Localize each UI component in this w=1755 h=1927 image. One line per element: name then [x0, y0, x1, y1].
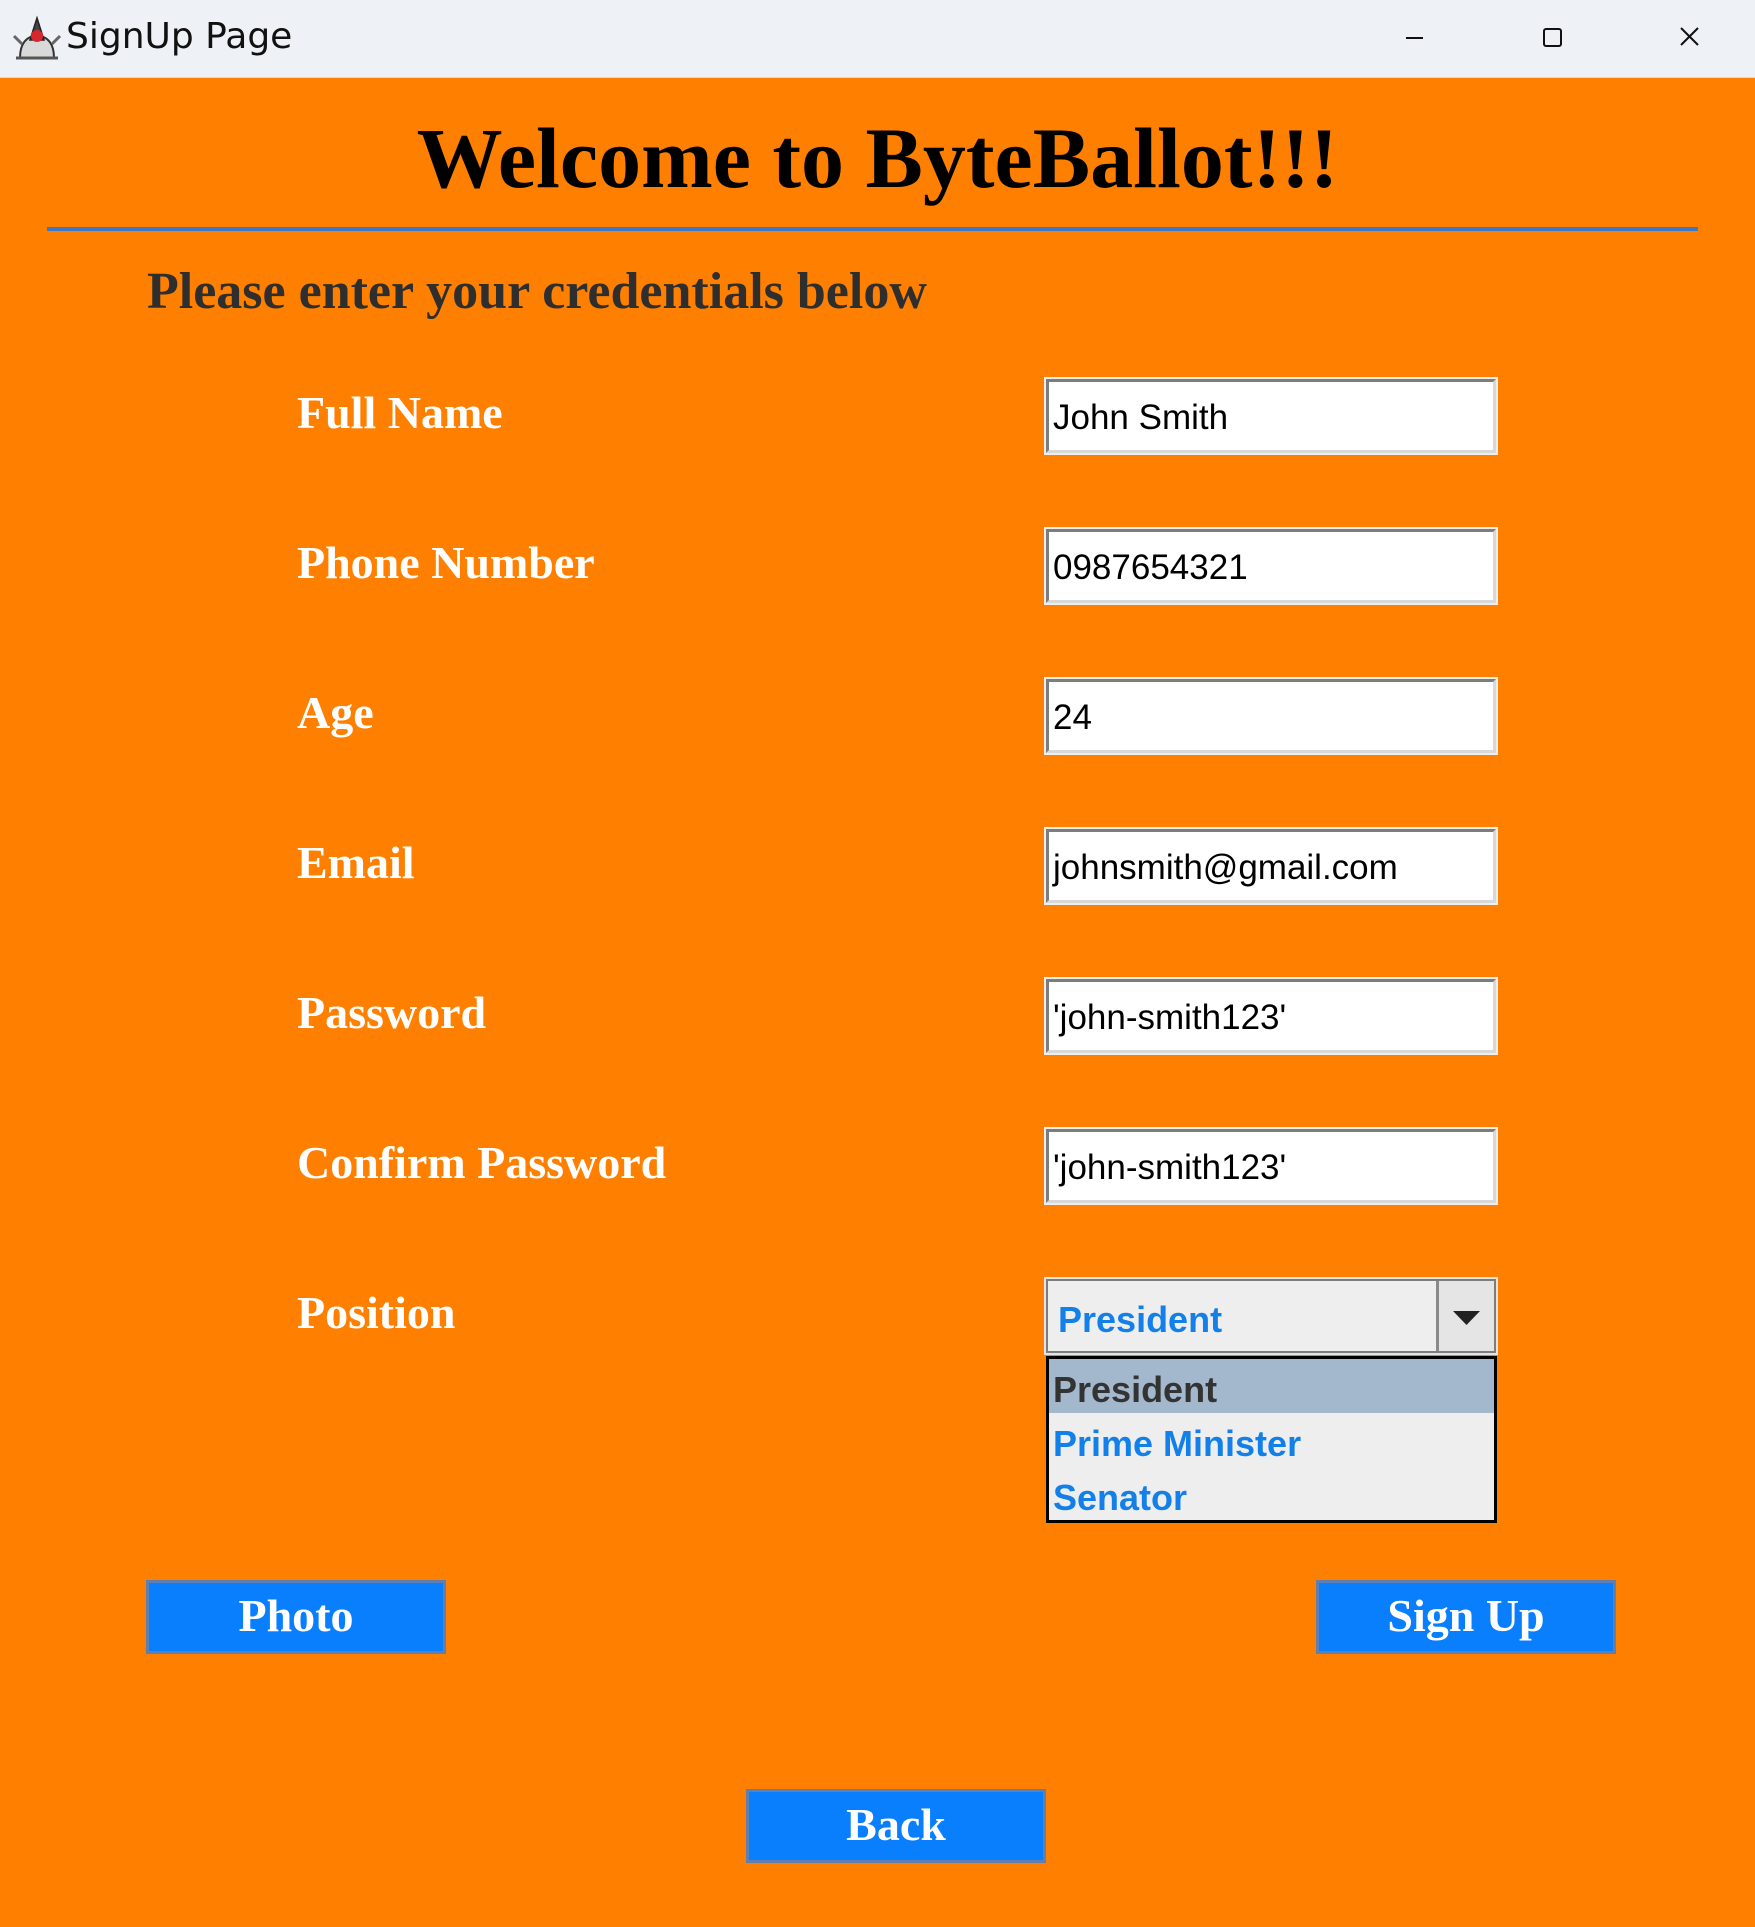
photo-button[interactable]: Photo [146, 1580, 446, 1654]
window-title: SignUp Page [66, 16, 293, 57]
position-dropdown-list: President Prime Minister Senator [1046, 1356, 1497, 1523]
full-name-field[interactable]: John Smith [1044, 377, 1498, 455]
confirm-password-field[interactable]: 'john-smith123' [1044, 1127, 1498, 1205]
email-label: Email [297, 837, 415, 888]
java-app-icon [12, 14, 62, 62]
full-name-label: Full Name [297, 387, 503, 438]
password-label: Password [297, 987, 487, 1038]
confirm-password-label: Confirm Password [297, 1137, 667, 1188]
position-selected-value: President [1058, 1299, 1223, 1340]
close-icon [1680, 27, 1699, 46]
title-bar[interactable]: SignUp Page [0, 0, 1755, 78]
triangle-down-icon [1453, 1311, 1480, 1325]
password-field[interactable]: 'john-smith123' [1044, 977, 1498, 1055]
page-heading: Welcome to ByteBallot!!! [416, 110, 1339, 206]
age-field[interactable]: 24 [1044, 677, 1498, 755]
close-button[interactable] [1622, 0, 1755, 78]
maximize-icon [1543, 28, 1562, 47]
position-label: Position [297, 1287, 456, 1338]
dropdown-toggle[interactable] [1436, 1281, 1494, 1351]
dropdown-option-prime-minister[interactable]: Prime Minister [1049, 1413, 1494, 1467]
dropdown-option-president[interactable]: President [1049, 1359, 1494, 1413]
heading-divider [47, 227, 1698, 231]
position-select[interactable]: President [1044, 1277, 1498, 1355]
back-button[interactable]: Back [746, 1789, 1046, 1863]
phone-number-label: Phone Number [297, 537, 595, 588]
dropdown-option-senator[interactable]: Senator [1049, 1467, 1494, 1521]
signup-button[interactable]: Sign Up [1316, 1580, 1616, 1654]
phone-number-field[interactable]: 0987654321 [1044, 527, 1498, 605]
maximize-button[interactable] [1484, 0, 1622, 78]
age-label: Age [297, 687, 374, 738]
email-field[interactable]: johnsmith@gmail.com [1044, 827, 1498, 905]
page-subtitle: Please enter your credentials below [147, 263, 927, 320]
minimize-button[interactable] [1346, 0, 1484, 78]
signup-window: SignUp Page Welcome to ByteBallot!!! Ple… [0, 0, 1755, 1927]
minimize-icon [1406, 37, 1423, 39]
form-panel: Welcome to ByteBallot!!! Please enter yo… [0, 78, 1755, 1927]
